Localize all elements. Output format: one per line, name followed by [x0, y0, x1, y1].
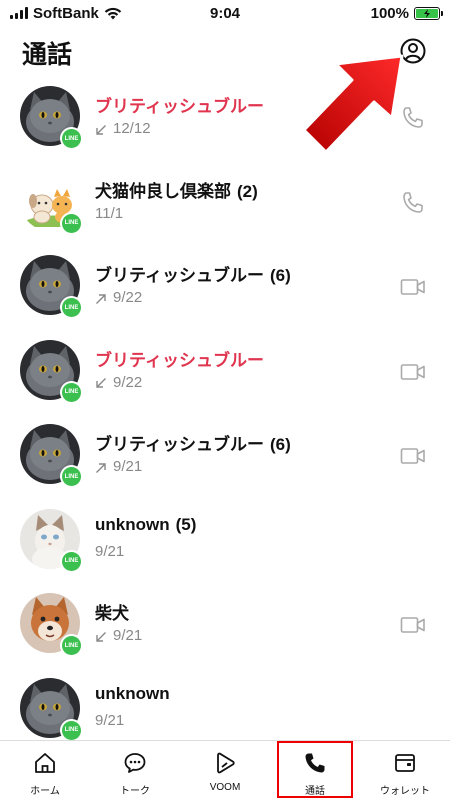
chat-bubble-icon — [123, 751, 147, 782]
call-row[interactable]: LINE ブリティッシュブルー 12/12 — [0, 76, 450, 161]
tab-label: トーク — [120, 786, 150, 797]
signal-icon — [10, 7, 28, 19]
call-count: (6) — [269, 266, 291, 285]
contact-name-text: 柴犬 — [95, 604, 129, 623]
line-badge-label: LINE — [62, 551, 81, 571]
call-list: LINE ブリティッシュブルー 12/12 LINE 犬猫仲良し倶楽部 (2) 11/1 … — [0, 76, 450, 752]
line-badge-icon: LINE — [60, 718, 83, 742]
carrier-name: SoftBank — [33, 4, 99, 22]
video-call-icon[interactable] — [400, 443, 426, 469]
contact-name-text: unknown — [95, 683, 170, 703]
header: 通話 — [0, 30, 450, 76]
contact-name: unknown (5) — [95, 515, 196, 535]
contact-name-text: ブリティッシュブルー — [95, 266, 264, 285]
wallet-icon — [393, 751, 417, 782]
call-date: 9/21 — [113, 458, 143, 475]
status-left: SoftBank — [10, 5, 122, 22]
contact-name-text: 犬猫仲良し倶楽部 — [95, 181, 231, 201]
line-badge-icon: LINE — [60, 296, 83, 319]
line-badge-icon: LINE — [60, 211, 83, 235]
contact-name: ブリティッシュブルー — [95, 92, 264, 117]
video-call-icon[interactable] — [400, 274, 426, 300]
call-date: 9/21 — [95, 542, 125, 560]
call-meta: 11/1 — [95, 205, 123, 222]
call-date: 9/22 — [113, 289, 143, 306]
contact-name: ブリティッシュブルー (6) — [95, 430, 291, 455]
line-badge-icon: LINE — [60, 634, 83, 657]
line-badge-label: LINE — [62, 129, 81, 148]
status-right: 100% — [370, 4, 443, 22]
call-date: 12/12 — [113, 120, 151, 137]
tab-label: ホーム — [30, 786, 60, 797]
call-row[interactable]: LINE 柴犬 9/21 — [0, 583, 450, 668]
call-date: 11/1 — [95, 204, 124, 222]
video-call-icon[interactable] — [400, 612, 426, 638]
tab-home[interactable]: ホーム — [0, 741, 90, 800]
phone-icon — [303, 751, 327, 782]
voice-call-icon[interactable] — [400, 190, 426, 216]
wifi-icon — [104, 7, 122, 19]
line-badge-label: LINE — [62, 298, 81, 317]
tab-chat-bubble[interactable]: トーク — [90, 741, 180, 800]
call-date: 9/21 — [95, 711, 125, 729]
contact-name: 犬猫仲良し倶楽部 (2) — [95, 177, 258, 202]
tab-label: 通話 — [305, 786, 325, 797]
contact-name: unknown — [95, 684, 170, 704]
outgoing-arrow-icon — [95, 461, 107, 473]
line-badge-label: LINE — [62, 382, 81, 402]
line-badge-label: LINE — [62, 213, 81, 233]
line-badge-icon: LINE — [60, 127, 83, 150]
call-meta: 9/21 — [95, 543, 124, 560]
contact-name: ブリティッシュブルー — [95, 346, 264, 371]
tab-bar: ホーム トーク VOOM 通話 ウォレット — [0, 740, 450, 800]
incoming-arrow-icon — [95, 630, 107, 642]
tab-voom-play[interactable]: VOOM — [180, 741, 270, 800]
call-row[interactable]: LINE ブリティッシュブルー (6) 9/22 — [0, 245, 450, 330]
contact-name-text: ブリティッシュブルー — [95, 350, 264, 370]
tab-phone[interactable]: 通話 — [270, 741, 360, 800]
call-date: 9/22 — [113, 373, 143, 391]
call-row[interactable]: LINE unknown (5) 9/21 — [0, 499, 450, 584]
battery-icon — [414, 6, 443, 20]
video-call-icon[interactable] — [400, 359, 426, 385]
contact-name-text: ブリティッシュブルー — [95, 435, 264, 454]
home-icon — [33, 751, 57, 782]
line-badge-icon: LINE — [60, 465, 83, 488]
line-badge-icon: LINE — [60, 380, 83, 404]
line-badge-icon: LINE — [60, 549, 83, 573]
contact-name: 柴犬 — [95, 599, 129, 624]
call-meta: 9/21 — [95, 458, 142, 475]
outgoing-arrow-icon — [95, 292, 107, 304]
contact-name-text: ブリティッシュブルー — [95, 97, 264, 116]
call-meta: 9/22 — [95, 374, 142, 391]
call-date: 9/21 — [113, 627, 143, 644]
voice-call-icon[interactable] — [400, 105, 426, 131]
call-count: (2) — [237, 181, 258, 201]
line-badge-label: LINE — [62, 720, 81, 740]
call-row[interactable]: LINE 犬猫仲良し倶楽部 (2) 11/1 — [0, 161, 450, 246]
line-badge-label: LINE — [62, 636, 81, 655]
voom-play-icon — [213, 751, 237, 782]
contact-name-text: unknown — [95, 514, 170, 534]
tab-label: ウォレット — [380, 786, 430, 797]
tab-label: VOOM — [209, 782, 241, 793]
call-meta: 9/21 — [95, 712, 124, 729]
call-meta: 9/21 — [95, 627, 142, 644]
call-row[interactable]: LINE ブリティッシュブルー 9/22 — [0, 330, 450, 415]
profile-circle-icon[interactable] — [400, 38, 426, 64]
battery-percent: 100% — [370, 4, 409, 22]
status-bar: SoftBank 9:04 100% — [0, 0, 450, 26]
call-meta: 9/22 — [95, 289, 142, 306]
call-meta: 12/12 — [95, 120, 151, 137]
tab-wallet[interactable]: ウォレット — [360, 741, 450, 800]
contact-name: ブリティッシュブルー (6) — [95, 261, 291, 286]
call-count: (5) — [175, 514, 197, 534]
call-count: (6) — [269, 435, 291, 454]
call-row[interactable]: LINE ブリティッシュブルー (6) 9/21 — [0, 414, 450, 499]
line-badge-label: LINE — [62, 467, 81, 486]
incoming-arrow-icon — [95, 123, 107, 135]
incoming-arrow-icon — [95, 376, 107, 388]
page-title: 通話 — [22, 41, 73, 69]
